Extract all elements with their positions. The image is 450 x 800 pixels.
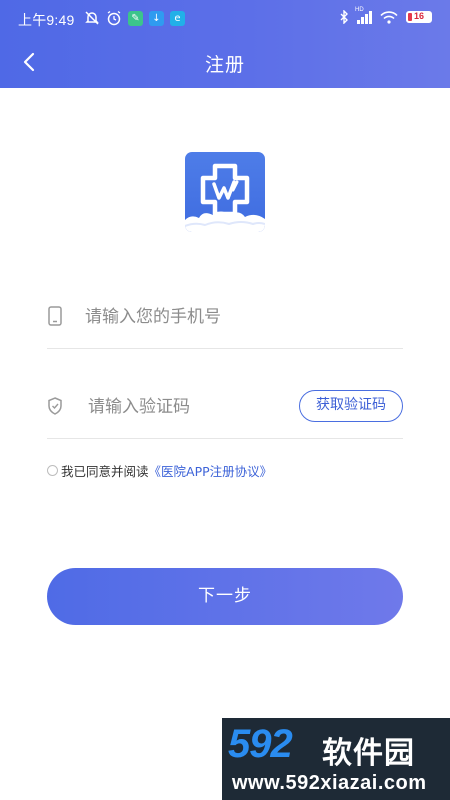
watermark-url: www.592xiazai.com <box>232 772 427 794</box>
get-code-button[interactable]: 获取验证码 <box>299 390 403 422</box>
download-icon: ↓ <box>149 10 164 26</box>
header: 上午9:49 ✎ ↓ e HD 16 注册 <box>0 0 450 88</box>
page-title: 注册 <box>204 54 245 76</box>
watermark-logo: 592 <box>228 722 293 766</box>
app-icon: ✎ <box>128 10 143 26</box>
browser-icon: e <box>170 10 185 26</box>
agreement-link[interactable]: 《医院APP注册协议》 <box>149 461 273 480</box>
network-label: HD <box>355 6 364 13</box>
agreement-text: 我已同意并阅读 <box>61 463 149 479</box>
battery-level: 16 <box>413 11 424 21</box>
app-logo <box>185 152 265 232</box>
next-button[interactable]: 下一步 <box>47 568 403 625</box>
signal-icon: HD <box>355 7 372 24</box>
system-icons: HD 16 <box>339 7 432 24</box>
register-screen: 上午9:49 ✎ ↓ e HD 16 注册 请输入您的手机号 请输入验证码 获取… <box>0 0 450 800</box>
phone-input[interactable] <box>85 302 325 332</box>
verification-code-field: 获取验证码 <box>47 378 403 439</box>
status-bar: 上午9:49 ✎ ↓ e HD 16 <box>0 0 450 38</box>
wifi-icon <box>380 10 398 24</box>
notification-icons: ✎ ↓ e <box>84 10 185 26</box>
bluetooth-icon <box>340 10 348 24</box>
watermark: 592 软件园 www.592xiazai.com <box>222 718 450 800</box>
phone-icon <box>48 306 62 326</box>
mute-icon <box>85 11 99 25</box>
alarm-icon <box>107 10 121 26</box>
nav-bar: 注册 <box>0 38 450 88</box>
shield-icon <box>48 397 62 415</box>
battery-icon: 16 <box>406 11 432 23</box>
hospital-logo-icon <box>185 163 265 232</box>
status-time: 上午9:49 <box>18 12 75 28</box>
agreement-checkbox[interactable] <box>47 464 58 476</box>
phone-field <box>47 288 403 349</box>
verification-code-input[interactable] <box>88 392 288 422</box>
agreement-row: 我已同意并阅读 《医院APP注册协议》 <box>47 461 272 479</box>
watermark-title: 软件园 <box>322 736 415 771</box>
